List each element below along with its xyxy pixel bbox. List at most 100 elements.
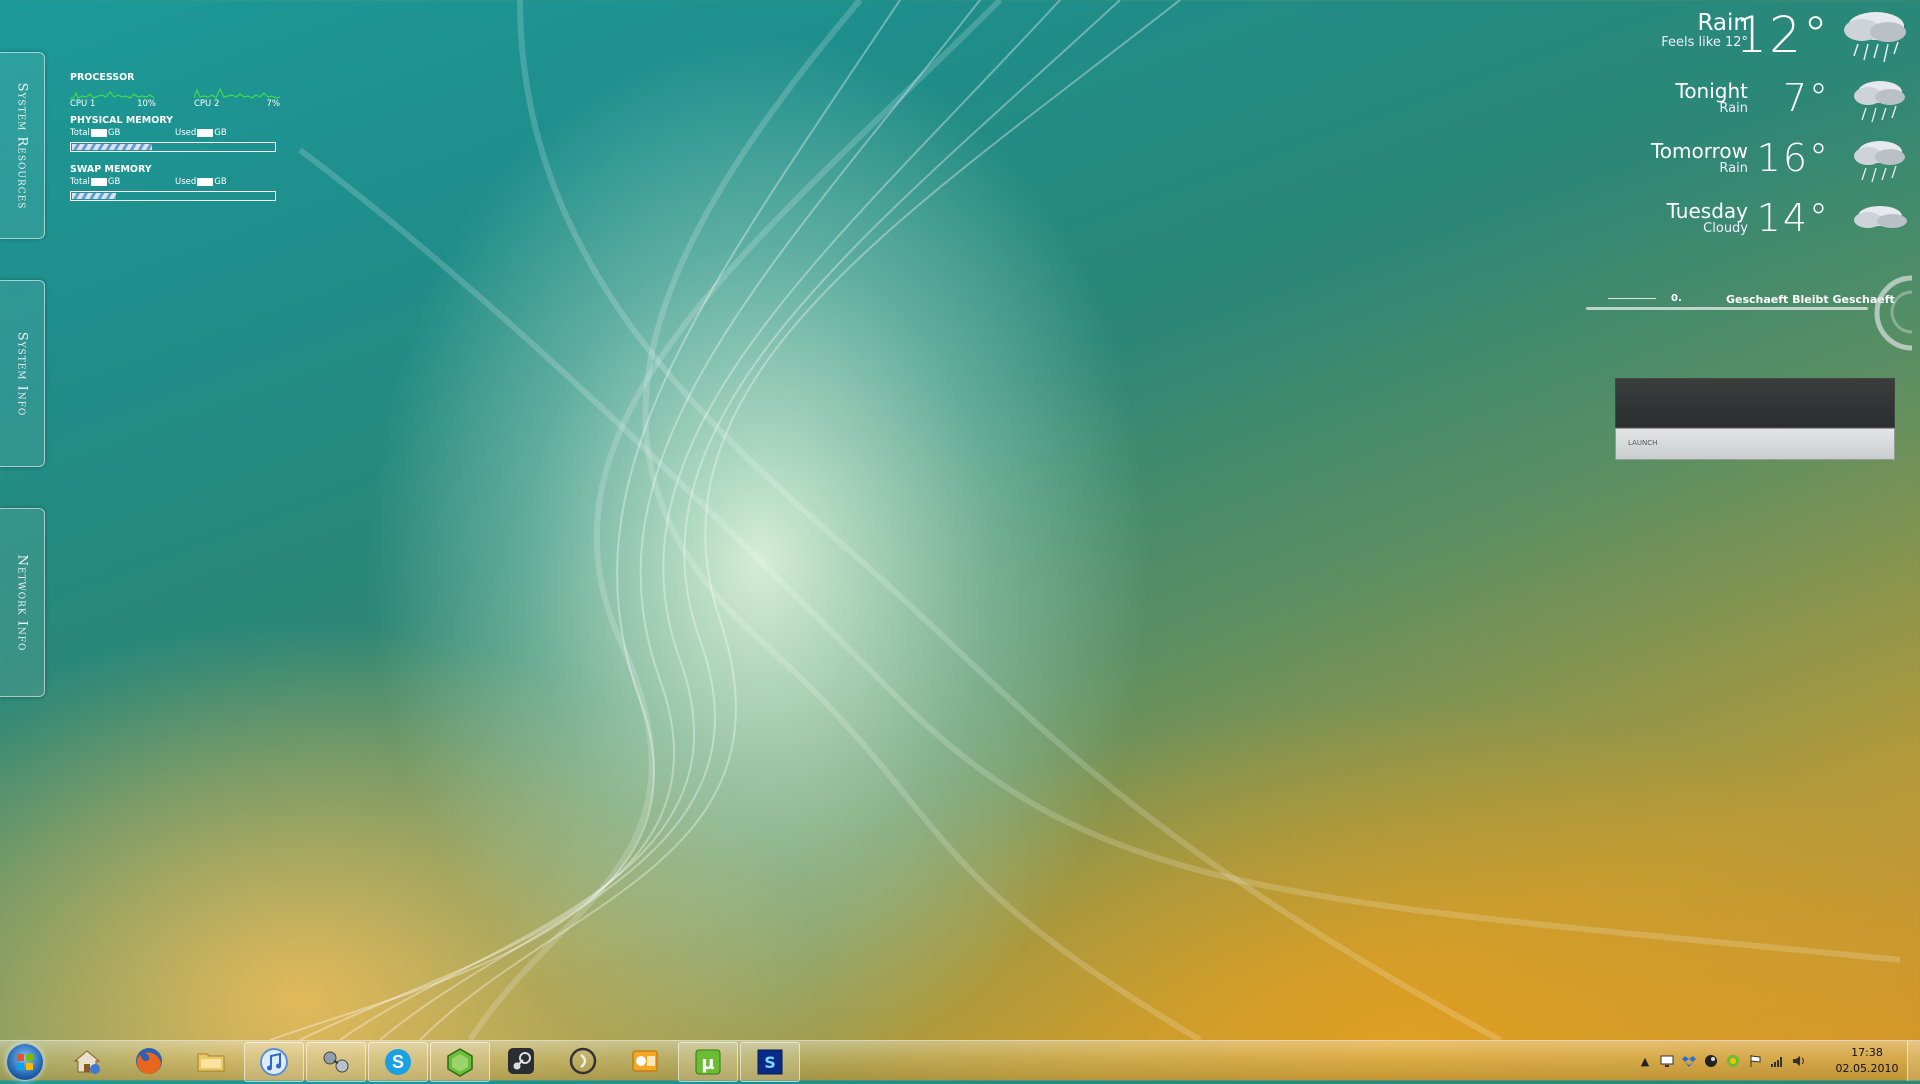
show-desktop-button[interactable]: [1907, 1041, 1920, 1081]
weather-forecast-tuesday[interactable]: Tuesday Cloudy 14°: [1630, 196, 1910, 252]
taskbar-item-blue-app[interactable]: S: [740, 1042, 800, 1082]
rain-cloud-icon: [1854, 141, 1905, 183]
windows-orb-icon: [17, 1054, 33, 1070]
player-dial-icon[interactable]: [1868, 274, 1916, 354]
weather-forecast-tomorrow[interactable]: Tomorrow Rain 16°: [1630, 136, 1910, 192]
physical-memory-labels: Total GB Used GB: [70, 128, 280, 138]
taskbar: S µ S ▲ 17:38 02.05.2010: [0, 1040, 1920, 1082]
tray-network-icon[interactable]: [1770, 1054, 1784, 1068]
cpu2-graph: [194, 85, 280, 119]
hexagon-app-icon: [447, 1048, 473, 1077]
home-network-icon: [73, 1050, 101, 1074]
cpu1-sparkline: [70, 91, 155, 100]
weather-forecast-title: Tomorrow: [1650, 139, 1748, 163]
cpu2-sparkline: [194, 87, 280, 99]
physical-memory-bar: [70, 142, 276, 152]
tray-monitor-icon[interactable]: [1660, 1054, 1674, 1068]
weather-forecast-condition: Cloudy: [1703, 221, 1748, 236]
weather-forecast-temp: 7°: [1782, 76, 1830, 120]
system-resources-panel: PROCESSOR CPU 1 10% CPU 2 7% PHYSICAL ME…: [70, 72, 280, 201]
tab-network-info[interactable]: Network Info: [0, 508, 45, 697]
launcher-widget[interactable]: LAUNCH: [1615, 378, 1895, 460]
weather-forecast-temp: 14°: [1756, 196, 1830, 240]
tray-volume-icon[interactable]: [1792, 1054, 1806, 1068]
redacted-value: [90, 128, 107, 137]
taskbar-item-hexagon-app[interactable]: [430, 1042, 490, 1082]
swap-total-label: Total: [70, 177, 90, 187]
network-tool-icon: [323, 1051, 349, 1073]
tray-expand-icon[interactable]: ▲: [1638, 1054, 1652, 1068]
music-player-widget: 0. Geschaeft Bleibt Geschaeft: [1586, 275, 1916, 351]
weather-forecast-condition: Rain: [1719, 101, 1748, 116]
taskbar-item-outlook[interactable]: [616, 1042, 674, 1080]
cloud-icon: [1854, 206, 1907, 228]
taskbar-item-network-tool[interactable]: [306, 1042, 366, 1082]
folder-icon: [197, 1053, 225, 1072]
taskbar-item-skype[interactable]: S: [368, 1042, 428, 1082]
physical-memory-bar-fill: [72, 144, 152, 150]
start-button[interactable]: [6, 1043, 44, 1081]
physical-used-label: Used: [175, 128, 197, 138]
itunes-icon: [260, 1048, 288, 1076]
track-number: 0.: [1671, 293, 1682, 304]
launcher-panel: [1615, 378, 1895, 428]
swap-total-unit: GB: [107, 177, 121, 187]
weather-forecast-temp: 16°: [1756, 136, 1830, 180]
volume-line[interactable]: [1608, 298, 1656, 299]
steam-icon: [508, 1048, 534, 1074]
redacted-value: [197, 177, 214, 186]
swap-memory-labels: Total GB Used GB: [70, 177, 280, 187]
tab-system-info[interactable]: System Info: [0, 280, 45, 467]
tab-system-resources[interactable]: System Resources: [0, 52, 45, 239]
physical-total-label: Total: [70, 128, 90, 138]
system-tray: ▲: [1638, 1049, 1806, 1073]
svg-text:µ: µ: [701, 1053, 714, 1074]
weather-forecast-title: Tonight: [1675, 79, 1749, 103]
skype-icon: S: [385, 1049, 411, 1075]
processor-heading: PROCESSOR: [70, 72, 135, 83]
weather-current-temp: 12°: [1735, 6, 1830, 64]
clock-date: 02.05.2010: [1835, 1062, 1899, 1075]
taskbar-clock[interactable]: 17:38 02.05.2010: [1830, 1045, 1904, 1077]
cpu1-graph: [70, 85, 156, 119]
taskbar-item-steam[interactable]: [492, 1042, 550, 1080]
weather-current[interactable]: Rain Feels like 12° 12°: [1630, 6, 1910, 68]
svg-text:S: S: [764, 1053, 776, 1072]
taskbar-item-audio-app[interactable]: [554, 1042, 612, 1080]
swap-memory-bar-fill: [72, 193, 116, 199]
cpu-graphs: [70, 85, 280, 119]
rain-cloud-icon: [1854, 81, 1905, 123]
tab-label: System Resources: [14, 82, 30, 209]
blue-app-icon: S: [757, 1049, 783, 1075]
audio-app-icon: [569, 1047, 597, 1075]
swap-used-label: Used: [175, 177, 197, 187]
redacted-value: [90, 177, 107, 186]
taskbar-item-explorer[interactable]: [182, 1042, 240, 1080]
outlook-icon: [632, 1050, 658, 1072]
swap-used-unit: GB: [214, 177, 227, 187]
taskbar-item-utorrent[interactable]: µ: [678, 1042, 738, 1082]
taskbar-item-home-network[interactable]: [58, 1042, 116, 1080]
tray-dropbox-icon[interactable]: [1682, 1054, 1696, 1068]
tray-utorrent-icon[interactable]: [1726, 1054, 1740, 1068]
track-progress-bar[interactable]: [1586, 307, 1868, 310]
tab-label: System Info: [14, 331, 30, 416]
launch-label: LAUNCH: [1628, 439, 1658, 447]
weather-forecast-tonight[interactable]: Tonight Rain 7°: [1630, 76, 1910, 132]
launch-bar[interactable]: LAUNCH: [1615, 428, 1895, 460]
physical-total-unit: GB: [107, 128, 121, 138]
taskbar-item-itunes[interactable]: [244, 1042, 304, 1082]
tray-steam-icon[interactable]: [1704, 1054, 1718, 1068]
clock-time: 17:38: [1851, 1046, 1883, 1059]
weather-forecast-title: Tuesday: [1666, 199, 1748, 223]
tray-flag-icon[interactable]: [1748, 1054, 1762, 1068]
utorrent-icon: µ: [695, 1049, 721, 1075]
swap-memory-bar: [70, 191, 276, 201]
svg-text:S: S: [392, 1052, 404, 1072]
taskbar-item-firefox[interactable]: [120, 1042, 178, 1080]
firefox-icon: [136, 1048, 162, 1075]
swap-memory-heading: SWAP MEMORY: [70, 164, 152, 175]
rain-cloud-icon: [1844, 12, 1906, 63]
physical-used-unit: GB: [214, 128, 227, 138]
redacted-value: [197, 128, 214, 137]
